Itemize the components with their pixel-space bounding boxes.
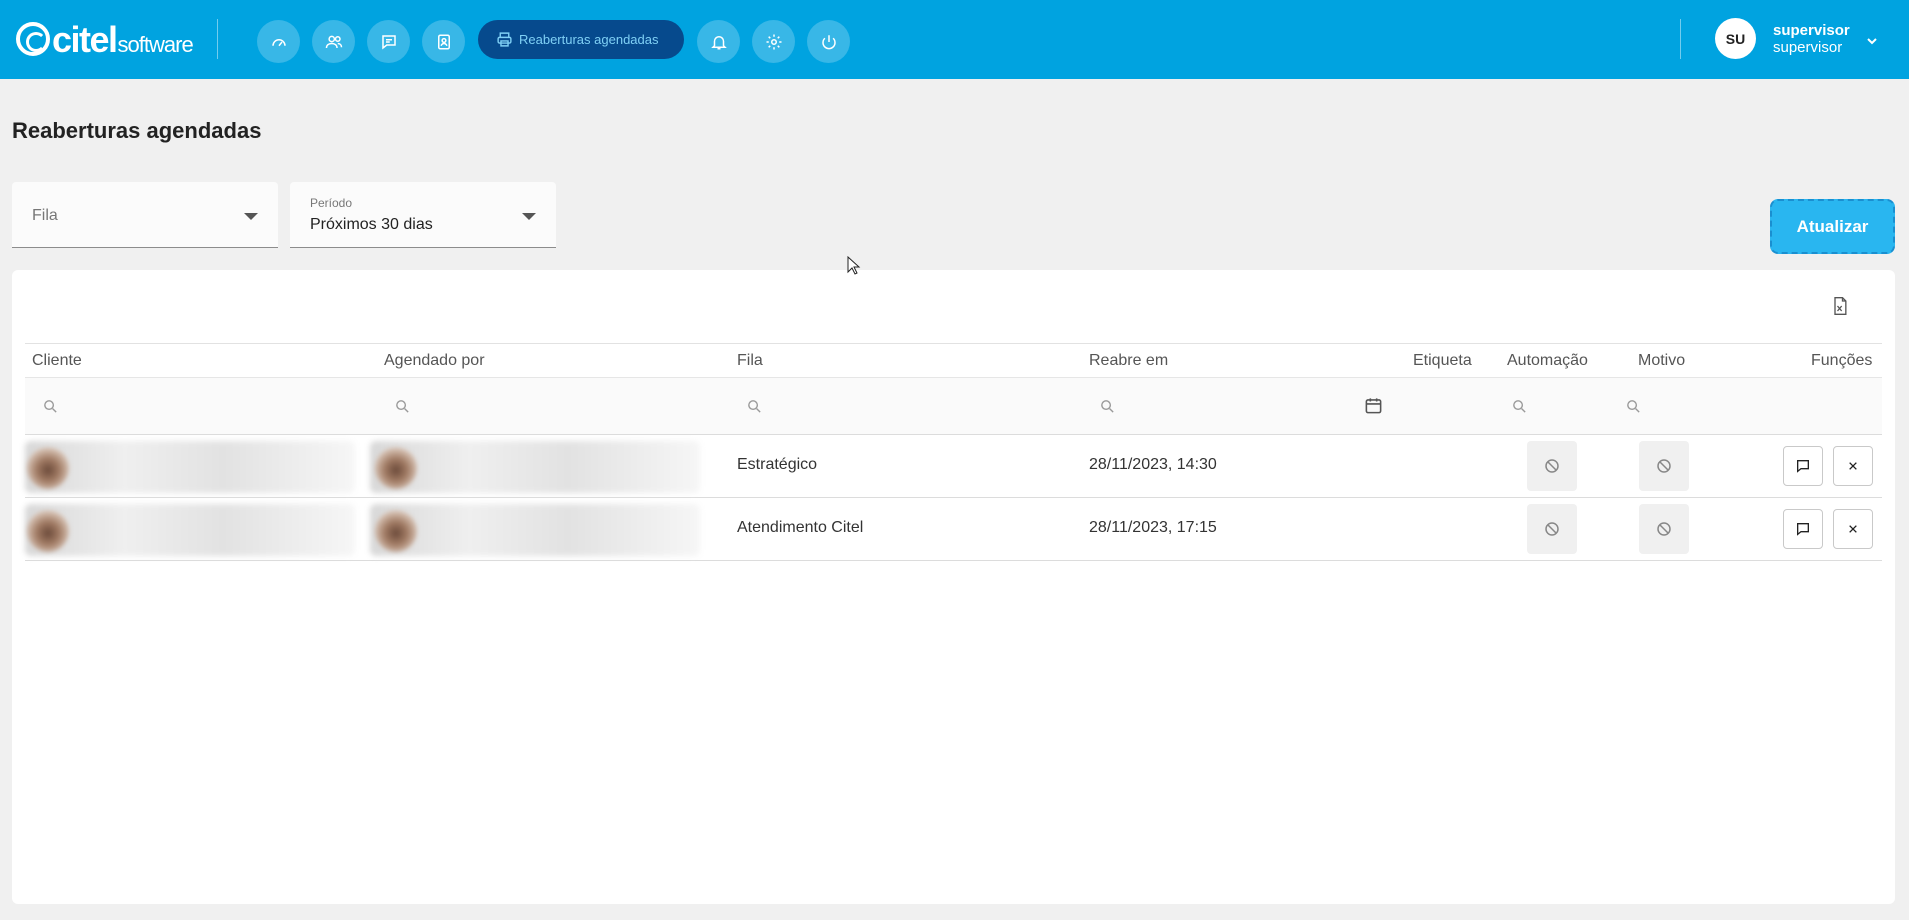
contacts-icon: [437, 34, 450, 49]
period-select[interactable]: Período Próximos 30 dias: [290, 182, 556, 248]
chat-icon: [1797, 523, 1809, 536]
avatar: [27, 447, 69, 489]
column-filter-row: [25, 377, 1882, 435]
column-header-cliente[interactable]: Cliente: [32, 352, 82, 370]
divider: [217, 19, 218, 59]
table-header: Cliente Agendado por Fila Reabre em Etiq…: [25, 343, 1882, 377]
search-icon[interactable]: [1099, 398, 1117, 416]
cancel-reopening-button[interactable]: [1833, 446, 1873, 486]
column-header-funcoes: Funções: [1811, 352, 1873, 369]
blocked-icon: [1657, 459, 1671, 473]
mouse-cursor-icon: [847, 255, 861, 276]
users-button[interactable]: [312, 20, 355, 63]
gear-icon: [766, 34, 781, 49]
queue-select-placeholder: Fila: [32, 207, 58, 224]
chat-icon: [1797, 460, 1809, 473]
user-role: supervisor: [1773, 38, 1843, 56]
search-icon[interactable]: [1511, 398, 1529, 416]
chat-icon: [381, 34, 396, 50]
period-select-value: Próximos 30 dias: [310, 216, 433, 233]
search-icon[interactable]: [746, 398, 764, 416]
brand-name: citel: [52, 19, 118, 60]
dropdown-arrow-icon: [522, 213, 536, 220]
scheduled-by-blurred: [370, 504, 700, 556]
dropdown-arrow-icon: [244, 213, 258, 220]
scheduled-by-blurred: [370, 441, 700, 493]
blocked-icon: [1657, 522, 1671, 536]
automation-status: [1527, 504, 1577, 554]
open-chat-button[interactable]: [1783, 509, 1823, 549]
reason-status: [1639, 441, 1689, 491]
divider: [1680, 19, 1681, 59]
chat-button[interactable]: [367, 20, 410, 63]
table-row[interactable]: Atendimento Citel 28/11/2023, 17:15: [25, 498, 1882, 561]
search-icon[interactable]: [394, 398, 412, 416]
table-row[interactable]: Estratégico 28/11/2023, 14:30: [25, 435, 1882, 498]
period-select-label: Período: [310, 196, 353, 210]
logout-button[interactable]: [807, 20, 850, 63]
column-header-etiqueta[interactable]: Etiqueta: [1413, 352, 1472, 370]
avatar: [27, 510, 69, 552]
search-icon[interactable]: [42, 398, 60, 416]
export-excel-button[interactable]: [1830, 296, 1852, 318]
settings-button[interactable]: [752, 20, 795, 63]
search-icon[interactable]: [1625, 398, 1643, 416]
scheduled-reopenings-tab[interactable]: Reaberturas agendadas: [478, 20, 684, 59]
open-chat-button[interactable]: [1783, 446, 1823, 486]
top-bar: citel software Reaberturas agendadas SU …: [0, 0, 1909, 79]
close-icon: [1849, 462, 1857, 470]
avatar: [375, 447, 417, 489]
chevron-down-icon: [1866, 34, 1877, 44]
bell-icon: [710, 35, 727, 49]
users-icon: [325, 35, 342, 48]
client-blurred: [25, 441, 355, 493]
queue-cell: Estratégico: [737, 456, 818, 473]
avatar: [375, 510, 417, 552]
column-header-reabre-em[interactable]: Reabre em: [1089, 352, 1168, 370]
column-header-motivo[interactable]: Motivo: [1638, 352, 1685, 370]
column-header-automacao[interactable]: Automação: [1507, 352, 1588, 370]
dashboard-button[interactable]: [257, 20, 300, 63]
avatar: SU: [1715, 18, 1756, 59]
user-name: supervisor: [1773, 21, 1850, 39]
brand-logo[interactable]: citel software: [16, 18, 194, 61]
notifications-button[interactable]: [697, 20, 740, 63]
brand-suffix: software: [117, 32, 194, 57]
printer-icon: [497, 32, 512, 47]
automation-status: [1527, 441, 1577, 491]
page-title: Reaberturas agendadas: [12, 118, 262, 143]
dashboard-icon: [271, 38, 286, 46]
scheduled-reopenings-label: Reaberturas agendadas: [519, 32, 659, 47]
column-header-agendado-por[interactable]: Agendado por: [384, 352, 485, 370]
close-icon: [1849, 525, 1857, 533]
contacts-button[interactable]: [422, 20, 465, 63]
queue-select[interactable]: Fila: [12, 182, 278, 248]
refresh-button[interactable]: Atualizar: [1770, 199, 1895, 254]
calendar-icon[interactable]: [1364, 396, 1384, 416]
blocked-icon: [1545, 459, 1559, 473]
user-menu[interactable]: SU supervisor supervisor: [1715, 18, 1877, 59]
logo-mark-icon: [16, 22, 50, 56]
power-icon: [821, 34, 836, 49]
blocked-icon: [1545, 522, 1559, 536]
export-file-icon: [1834, 297, 1847, 315]
reason-status: [1639, 504, 1689, 554]
client-blurred: [25, 504, 355, 556]
reopen-date-cell: 28/11/2023, 17:15: [1089, 519, 1217, 536]
cancel-reopening-button[interactable]: [1833, 509, 1873, 549]
queue-cell: Atendimento Citel: [737, 519, 864, 536]
reopen-date-cell: 28/11/2023, 14:30: [1089, 456, 1217, 473]
column-header-fila[interactable]: Fila: [737, 352, 763, 370]
